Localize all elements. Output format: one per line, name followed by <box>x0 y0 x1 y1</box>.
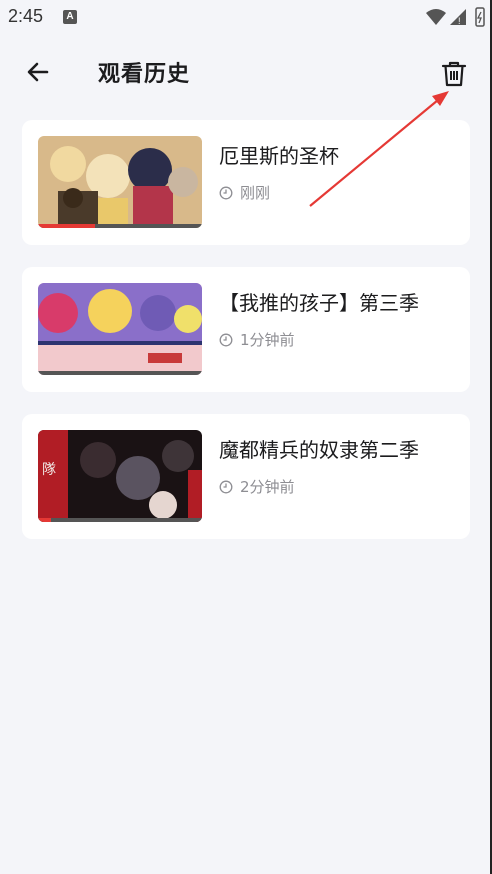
history-list: 厄里斯的圣杯 刚刚 【我推的孩子】第三季 1分钟前 隊 魔都精兵的奴隶第二季 2… <box>22 120 470 561</box>
status-icons: ! <box>424 6 486 27</box>
delete-history-button[interactable] <box>434 54 474 94</box>
video-thumbnail <box>38 283 202 375</box>
video-title: 厄里斯的圣杯 <box>219 144 339 168</box>
history-item[interactable]: 厄里斯的圣杯 刚刚 <box>22 120 470 245</box>
wifi-icon <box>426 9 446 25</box>
status-time: 2:45 <box>8 6 44 26</box>
history-item[interactable]: 【我推的孩子】第三季 1分钟前 <box>22 267 470 392</box>
back-button[interactable] <box>18 54 58 90</box>
back-arrow-icon <box>27 62 49 82</box>
video-title: 魔都精兵的奴隶第二季 <box>219 438 419 462</box>
trash-icon <box>441 61 467 87</box>
clock-icon <box>219 186 233 199</box>
svg-text:!: ! <box>458 16 461 26</box>
watch-time: 刚刚 <box>219 182 270 203</box>
watch-time-label: 刚刚 <box>240 184 271 202</box>
page-title: 观看历史 <box>98 62 191 87</box>
battery-icon <box>475 7 485 27</box>
status-bar: 2:45 A ! <box>0 0 492 34</box>
video-thumbnail: 隊 <box>38 430 202 522</box>
watch-time: 1分钟前 <box>219 329 295 350</box>
watch-time-label: 2分钟前 <box>240 478 295 496</box>
video-title: 【我推的孩子】第三季 <box>219 291 419 315</box>
history-item[interactable]: 隊 魔都精兵的奴隶第二季 2分钟前 <box>22 414 470 539</box>
watch-time-label: 1分钟前 <box>240 331 295 349</box>
clock-icon <box>219 480 233 493</box>
video-thumbnail <box>38 136 202 228</box>
clock-icon <box>219 333 233 346</box>
watch-time: 2分钟前 <box>219 476 295 497</box>
svg-text:隊: 隊 <box>42 462 56 478</box>
app-notification-icon: A <box>63 10 77 24</box>
app-bar: 观看历史 <box>0 34 492 110</box>
